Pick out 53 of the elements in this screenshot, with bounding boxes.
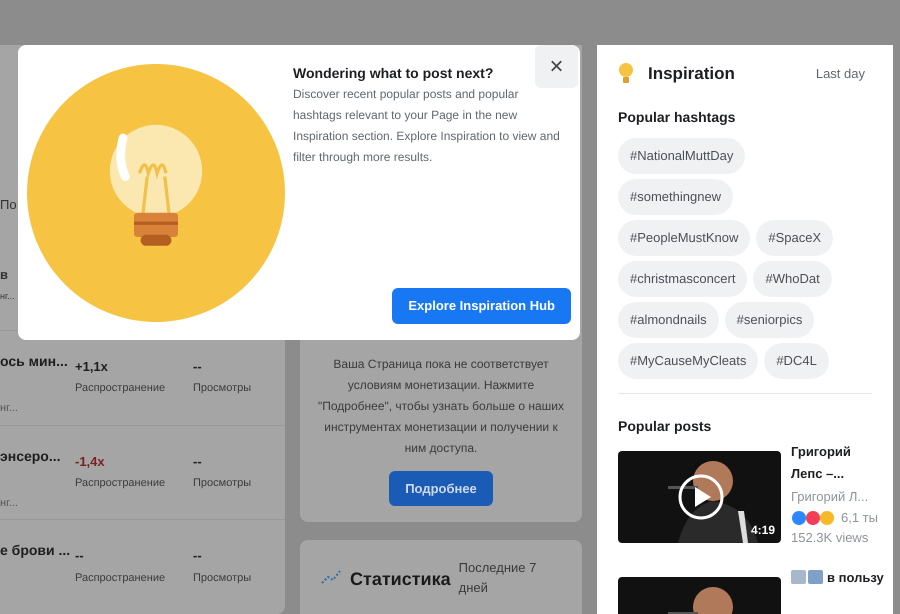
score-icon: [791, 570, 823, 584]
hashtag-chip[interactable]: #almondnails: [618, 302, 719, 338]
close-button[interactable]: ×: [535, 45, 578, 88]
statistics-title: Статистика: [350, 568, 451, 591]
period-selector[interactable]: Last day: [816, 64, 865, 84]
play-icon: [678, 474, 724, 520]
post-title[interactable]: е брови ...: [0, 540, 75, 562]
more-button[interactable]: Подробнее: [389, 471, 493, 506]
panel-title: Inspiration: [648, 63, 735, 85]
hashtag-chip[interactable]: #DC4L: [764, 342, 829, 378]
reactions-icon: [791, 510, 837, 526]
popover-title: Wondering what to post next?: [293, 64, 494, 83]
reaction-count: 6,1 ты: [841, 509, 878, 527]
post-title[interactable]: энсеро...: [0, 446, 75, 467]
hashtag-chip[interactable]: #SpaceX: [756, 220, 834, 256]
section-title: Popular posts: [618, 416, 712, 436]
hashtag-chip[interactable]: #christmasconcert: [618, 260, 748, 296]
metric-label: Распространение: [75, 476, 166, 492]
hashtag-chip[interactable]: #seniorpics: [724, 302, 814, 338]
video-duration: 4:19: [750, 522, 775, 538]
popover-text: Discover recent popular posts and popular hashtags relevant to your Page in the new Inspiration section. Explore Inspiration to view and filter through more results.: [293, 86, 561, 166]
hashtag-chip[interactable]: #PeopleMustKnow: [618, 220, 750, 256]
post-title[interactable]: ось мин...: [0, 350, 75, 372]
chart-icon: [320, 568, 342, 586]
metric-label: Просмотры: [193, 381, 252, 396]
metric-label: Распространение: [75, 381, 166, 396]
post-title: в: [0, 266, 8, 284]
hashtag-chip[interactable]: #NationalMuttDay: [618, 138, 746, 174]
monetization-text: Ваша Страница пока не соответствует условиям монетизации. Нажмите "Подробнее", чтобы узнать больше о наших инструментах монетизации и получении к ним доступа.: [317, 356, 565, 457]
metric-value: --: [193, 452, 203, 471]
metric-value: --: [193, 358, 203, 376]
metric-value: --: [75, 547, 85, 566]
metric-label: Просмотры: [193, 570, 252, 586]
lightbulb-icon: [618, 62, 634, 86]
statistics-period: Последние 7 дней: [458, 559, 538, 597]
metric-label: Просмотры: [193, 476, 252, 492]
hashtag-chip[interactable]: #somethingnew: [618, 178, 734, 214]
section-title: Popular hashtags: [618, 108, 736, 127]
view-count: 152.3K views: [791, 528, 870, 546]
post-title[interactable]: в пользу: [827, 567, 887, 589]
metric-value: -1,4x: [75, 452, 106, 471]
post-title[interactable]: Григорий Лепс –...: [791, 440, 878, 484]
post-title: По: [0, 196, 17, 214]
metric-label: Распространение: [75, 570, 166, 586]
post-subtitle: нг...: [0, 496, 19, 511]
metric-value: +1,1x: [75, 358, 109, 376]
post-author: Григорий Л...: [791, 488, 870, 506]
explore-button[interactable]: Explore Inspiration Hub: [392, 288, 571, 324]
post-title: нг...: [0, 290, 15, 303]
post-subtitle: нг...: [0, 400, 19, 416]
hashtag-chip[interactable]: #MyCauseMyCleats: [618, 342, 758, 378]
metric-value: --: [193, 547, 203, 566]
hashtag-chip[interactable]: #WhoDat: [753, 260, 832, 296]
